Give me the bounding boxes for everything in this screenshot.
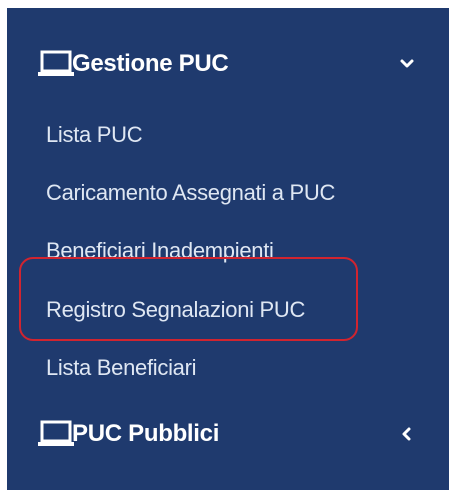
- sidebar-menu: Gestione PUC Lista PUC Caricamento Asseg…: [7, 8, 449, 490]
- laptop-icon: [38, 420, 74, 446]
- chevron-left-icon[interactable]: [399, 426, 415, 442]
- sidebar-item-caricamento-assegnati[interactable]: Caricamento Assegnati a PUC: [46, 180, 335, 206]
- sidebar-item-lista-puc[interactable]: Lista PUC: [46, 122, 143, 148]
- sidebar-item-lista-beneficiari[interactable]: Lista Beneficiari: [46, 355, 197, 381]
- menu-group-label: Gestione PUC: [72, 50, 229, 77]
- page: Gestione PUC Lista PUC Caricamento Asseg…: [0, 0, 454, 493]
- sidebar-item-beneficiari-inadempienti[interactable]: Beneficiari Inadempienti: [46, 238, 274, 264]
- laptop-icon: [38, 50, 74, 76]
- chevron-down-icon[interactable]: [399, 56, 415, 72]
- menu-group-label: PUC Pubblici: [72, 420, 220, 447]
- sidebar-item-registro-segnalazioni[interactable]: Registro Segnalazioni PUC: [46, 297, 305, 323]
- menu-group-gestione-puc[interactable]: Gestione PUC: [7, 38, 449, 90]
- menu-group-puc-pubblici[interactable]: PUC Pubblici: [7, 408, 449, 460]
